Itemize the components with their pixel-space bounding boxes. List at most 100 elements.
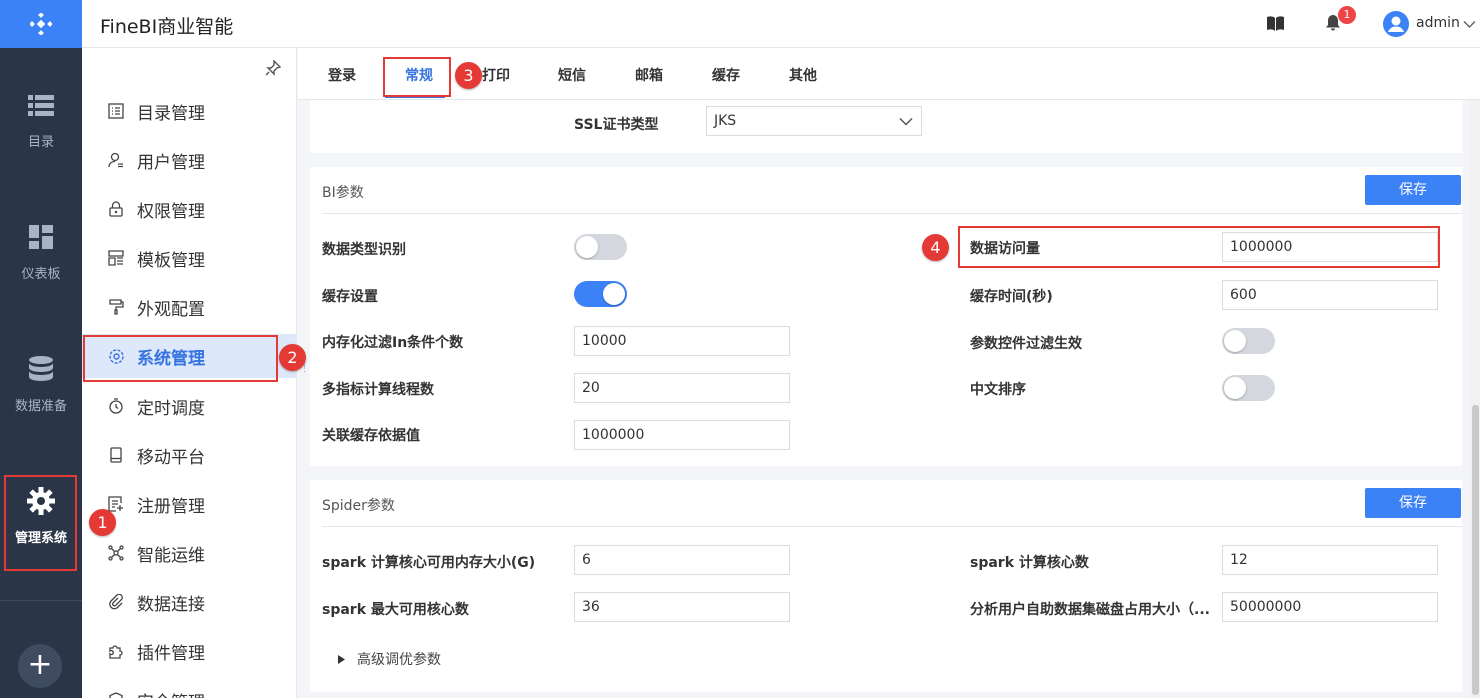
advanced-params-toggle[interactable]: 高级调优参数 [338, 649, 441, 669]
chevron-down-icon [899, 117, 913, 126]
highlight-system-management [83, 335, 278, 382]
rail-label: 仪表板 [21, 267, 61, 282]
menu-item-label: 权限管理 [137, 201, 205, 222]
relation-cache-input[interactable] [574, 420, 790, 450]
param-filter-label: 参数控件过滤生效 [970, 336, 1082, 352]
tab-login[interactable]: 登录 [328, 65, 356, 85]
rail-item-catalog[interactable]: 目录 [0, 85, 82, 195]
shield-icon [107, 691, 125, 698]
menu-item-label: 安全管理 [137, 688, 205, 698]
avatar[interactable] [1383, 11, 1409, 37]
menu-item-label: 插件管理 [137, 643, 205, 664]
menu-item-label: 智能运维 [137, 545, 205, 566]
spark-cores-input[interactable] [1222, 545, 1438, 575]
step-marker-2: 2 [279, 344, 306, 371]
rail-item-data-prep[interactable]: 数据准备 [0, 349, 82, 459]
advanced-params-label: 高级调优参数 [357, 652, 441, 668]
menu-item-users[interactable]: 用户管理 [82, 138, 296, 182]
logo-icon [30, 13, 52, 35]
menu-item-mobile[interactable]: 移动平台 [82, 433, 296, 477]
thread-count-input[interactable] [574, 373, 790, 403]
tab-sms[interactable]: 短信 [558, 65, 586, 85]
menu-item-security[interactable]: 安全管理 [82, 678, 296, 698]
menu-item-appearance[interactable]: 外观配置 [82, 285, 296, 329]
menu-item-label: 注册管理 [137, 496, 205, 517]
ops-icon [107, 544, 125, 562]
rail-item-dashboard[interactable]: 仪表板 [0, 217, 82, 327]
menu-item-label: 数据连接 [137, 594, 205, 615]
list-icon [28, 85, 54, 125]
tab-cache[interactable]: 缓存 [712, 65, 740, 85]
tab-other[interactable]: 其他 [789, 65, 817, 85]
lock-icon [107, 200, 125, 218]
spark-max-cores-input[interactable] [574, 592, 790, 622]
notification-badge[interactable]: 1 [1338, 6, 1356, 24]
toggle-knob [576, 236, 598, 258]
menu-item-templates[interactable]: 模板管理 [82, 236, 296, 280]
add-button[interactable]: + [18, 644, 62, 688]
highlight-general-tab [383, 57, 451, 97]
app-title: FineBI商业智能 [100, 16, 234, 38]
menu-item-schedule[interactable]: 定时调度 [82, 384, 296, 428]
ssl-card: SSL证书类型 JKS [310, 100, 1462, 153]
template-icon [107, 249, 125, 267]
menu-item-plugins[interactable]: 插件管理 [82, 629, 296, 673]
spider-params-title: Spider参数 [322, 498, 395, 514]
step-marker-1: 1 [89, 509, 116, 536]
menu-item-label: 目录管理 [137, 103, 205, 124]
chevron-down-icon[interactable] [1463, 17, 1476, 33]
rail-label: 数据准备 [14, 399, 67, 414]
tab-print[interactable]: 打印 [482, 65, 510, 85]
card-divider [322, 213, 1462, 214]
chinese-sort-toggle[interactable] [1222, 375, 1275, 401]
highlight-data-access [958, 226, 1440, 268]
user-name[interactable]: admin [1416, 15, 1460, 31]
cache-setting-toggle[interactable] [574, 281, 627, 307]
param-filter-toggle[interactable] [1222, 328, 1275, 354]
thread-count-label: 多指标计算线程数 [322, 382, 434, 398]
bi-params-card: BI参数 保存 数据类型识别 缓存设置 内存化过滤In条件个数 多指标计算线程数… [310, 167, 1462, 466]
tab-email[interactable]: 邮箱 [635, 65, 663, 85]
disk-usage-input[interactable] [1222, 592, 1438, 622]
menu-item-catalog[interactable]: 目录管理 [82, 89, 296, 133]
ssl-type-select[interactable]: JKS [706, 106, 922, 136]
book-icon[interactable] [1267, 16, 1284, 35]
timer-icon [107, 397, 125, 415]
menu-item-label: 移动平台 [137, 447, 205, 468]
scrollbar-thumb[interactable] [1472, 405, 1479, 695]
disk-usage-label: 分析用户自助数据集磁盘占用大小（... [970, 602, 1210, 618]
menu-item-label: 用户管理 [137, 152, 205, 173]
app-rail: 目录 仪表板 数据准备 管理系统 + [0, 0, 82, 698]
cache-time-input[interactable] [1222, 280, 1438, 310]
card-divider [322, 526, 1462, 527]
database-icon [29, 349, 53, 389]
relation-cache-label: 关联缓存依据值 [322, 428, 420, 444]
mobile-icon [107, 446, 125, 464]
pin-icon[interactable] [265, 59, 282, 80]
data-type-toggle[interactable] [574, 234, 627, 260]
paint-icon [107, 298, 125, 316]
catalog-icon [107, 102, 125, 120]
menu-item-permissions[interactable]: 权限管理 [82, 187, 296, 231]
ssl-type-label: SSL证书类型 [574, 117, 659, 133]
spark-memory-input[interactable] [574, 545, 790, 575]
user-icon [107, 151, 125, 169]
step-marker-4: 4 [922, 234, 949, 261]
chinese-sort-label: 中文排序 [970, 382, 1026, 398]
toggle-knob [603, 283, 625, 305]
filter-count-input[interactable] [574, 326, 790, 356]
menu-item-data-connection[interactable]: 数据连接 [82, 580, 296, 624]
bi-params-title: BI参数 [322, 185, 364, 201]
app-logo[interactable] [0, 0, 82, 48]
caret-right-icon [338, 655, 345, 664]
top-bar: FineBI商业智能 1 admin [82, 0, 1480, 48]
dashboard-icon [29, 217, 53, 257]
rail-divider [0, 600, 82, 601]
menu-item-label: 外观配置 [137, 299, 205, 320]
cache-setting-label: 缓存设置 [322, 289, 378, 305]
spider-save-button[interactable]: 保存 [1365, 488, 1461, 518]
bi-save-button[interactable]: 保存 [1365, 175, 1461, 205]
spark-cores-label: spark 计算核心数 [970, 555, 1089, 571]
menu-item-label: 定时调度 [137, 398, 205, 419]
menu-item-ops[interactable]: 智能运维 [82, 531, 296, 575]
